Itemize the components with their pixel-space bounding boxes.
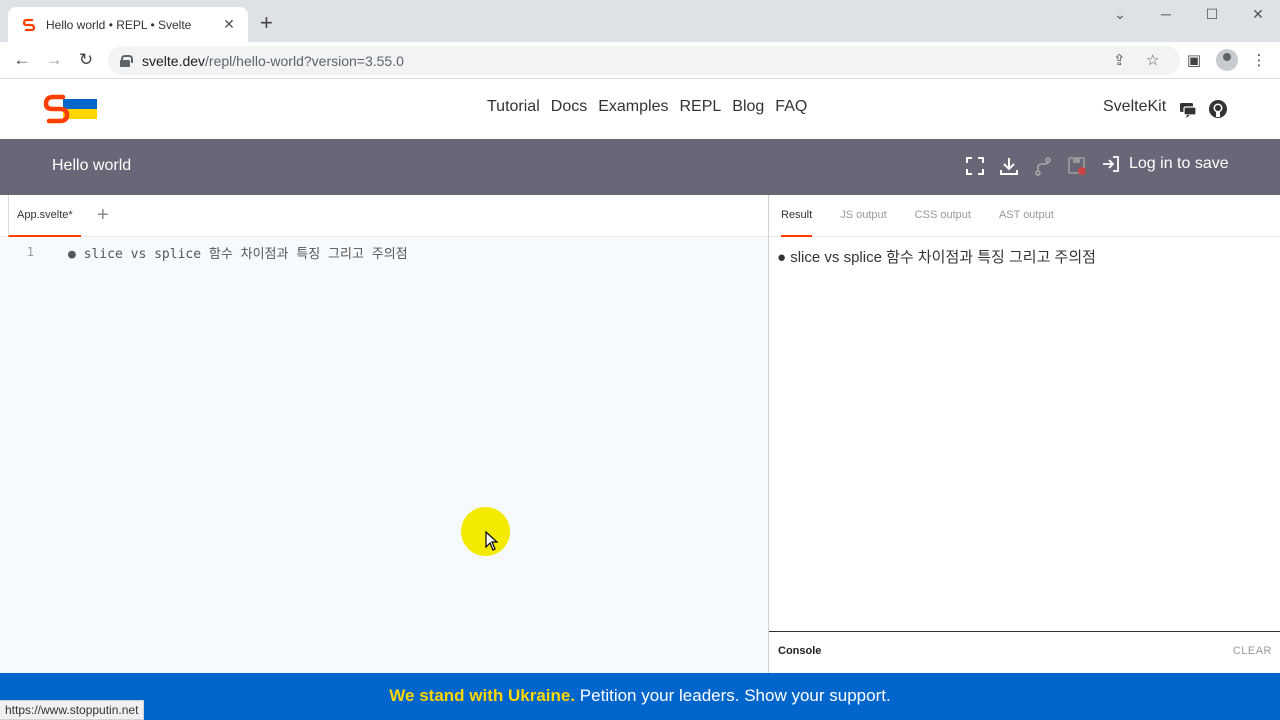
repl-title[interactable]: Hello world bbox=[52, 157, 131, 175]
browser-menu-icon[interactable]: ⋮ bbox=[1248, 51, 1270, 69]
svelte-favicon-icon bbox=[22, 18, 36, 31]
file-tabs: App.svelte* + bbox=[0, 195, 768, 237]
minimize-button[interactable]: ─ bbox=[1151, 6, 1181, 22]
url-host: svelte.dev bbox=[142, 52, 206, 69]
fullscreen-icon[interactable] bbox=[964, 155, 986, 177]
console-label: Console bbox=[778, 645, 822, 657]
login-icon bbox=[1103, 156, 1119, 172]
reload-button[interactable]: ↻ bbox=[75, 50, 97, 70]
main-nav-links: Tutorial Docs Examples REPL Blog FAQ bbox=[487, 98, 807, 116]
line-number: 1 bbox=[26, 245, 34, 259]
tab-result[interactable]: Result bbox=[781, 195, 813, 237]
nav-link-docs[interactable]: Docs bbox=[551, 98, 587, 116]
new-tab-button[interactable]: + bbox=[260, 12, 273, 34]
tab-ast-output[interactable]: AST output bbox=[999, 195, 1054, 237]
login-to-save-button[interactable]: Log in to save bbox=[1102, 155, 1229, 173]
download-icon[interactable] bbox=[998, 155, 1020, 177]
code-text[interactable]: ● slice vs splice 함수 차이점과 특징 그리고 주의점 bbox=[68, 243, 408, 262]
discord-chat-icon[interactable] bbox=[1178, 99, 1198, 119]
output-tabs: Result JS output CSS output AST output bbox=[769, 195, 1280, 237]
forward-button[interactable]: → bbox=[43, 50, 65, 70]
site-nav: Tutorial Docs Examples REPL Blog FAQ Sve… bbox=[0, 79, 1280, 139]
nav-link-tutorial[interactable]: Tutorial bbox=[487, 98, 540, 116]
url-path: /repl/hello-world?version=3.55.0 bbox=[205, 52, 404, 69]
browser-tab[interactable]: Hello world • REPL • Svelte ✕ bbox=[8, 7, 248, 42]
repl-app-bar: Hello world Log in to save bbox=[0, 139, 1280, 195]
window-close-button[interactable]: ✕ bbox=[1243, 6, 1273, 23]
lock-icon[interactable] bbox=[120, 54, 133, 67]
bookmark-star-icon[interactable]: ☆ bbox=[1146, 51, 1159, 69]
banner-strong-text: We stand with Ukraine. bbox=[389, 686, 576, 705]
nav-link-examples[interactable]: Examples bbox=[598, 98, 668, 116]
nav-link-repl[interactable]: REPL bbox=[679, 98, 721, 116]
side-panel-icon[interactable]: ▣ bbox=[1183, 51, 1205, 69]
browser-tab-title: Hello world • REPL • Svelte bbox=[46, 17, 192, 32]
editor-pane: App.svelte* + 1 ● slice vs splice 함수 차이점… bbox=[0, 195, 768, 673]
nav-link-blog[interactable]: Blog bbox=[732, 98, 764, 116]
maximize-button[interactable]: ☐ bbox=[1197, 6, 1227, 23]
tab-css-output[interactable]: CSS output bbox=[915, 195, 971, 237]
add-file-button[interactable]: + bbox=[97, 203, 109, 227]
result-preview-text: ● slice vs splice 함수 차이점과 특징 그리고 주의점 bbox=[777, 249, 1096, 266]
mouse-pointer-icon bbox=[485, 531, 499, 551]
svelte-ukraine-logo[interactable] bbox=[43, 93, 97, 125]
ukraine-banner[interactable]: We stand with Ukraine. Petition your lea… bbox=[0, 673, 1280, 720]
login-label: Log in to save bbox=[1129, 155, 1229, 172]
tab-close-icon[interactable]: ✕ bbox=[220, 16, 238, 33]
banner-rest-text: Petition your leaders. Show your support… bbox=[575, 686, 891, 705]
banner-text: We stand with Ukraine. Petition your lea… bbox=[389, 686, 890, 705]
code-line[interactable]: 1 ● slice vs splice 함수 차이점과 특징 그리고 주의점 bbox=[0, 243, 768, 262]
browser-toolbar: ← → ↻ svelte.dev/repl/hello-world?versio… bbox=[0, 42, 1280, 79]
browser-tab-strip: Hello world • REPL • Svelte ✕ + ⌄ ─ ☐ ✕ bbox=[0, 0, 1280, 42]
console-bar[interactable]: Console CLEAR bbox=[769, 631, 1280, 673]
profile-avatar[interactable] bbox=[1216, 49, 1238, 71]
console-clear-button[interactable]: CLEAR bbox=[1233, 645, 1272, 657]
tab-js-output[interactable]: JS output bbox=[840, 195, 886, 237]
address-bar[interactable]: svelte.dev/repl/hello-world?version=3.55… bbox=[108, 46, 1180, 75]
back-button[interactable]: ← bbox=[11, 50, 33, 70]
share-icon[interactable]: ⇪ bbox=[1113, 51, 1126, 69]
github-icon[interactable] bbox=[1208, 99, 1228, 119]
fork-icon[interactable] bbox=[1032, 155, 1054, 177]
status-bar-url: https://www.stopputin.net bbox=[0, 700, 145, 720]
save-icon[interactable] bbox=[1066, 155, 1088, 177]
nav-link-sveltekit[interactable]: SvelteKit bbox=[1103, 98, 1166, 116]
nav-link-faq[interactable]: FAQ bbox=[775, 98, 807, 116]
output-pane: Result JS output CSS output AST output ●… bbox=[769, 195, 1280, 673]
file-tab-app-svelte[interactable]: App.svelte* bbox=[8, 195, 81, 237]
tab-search-icon[interactable]: ⌄ bbox=[1105, 6, 1135, 23]
